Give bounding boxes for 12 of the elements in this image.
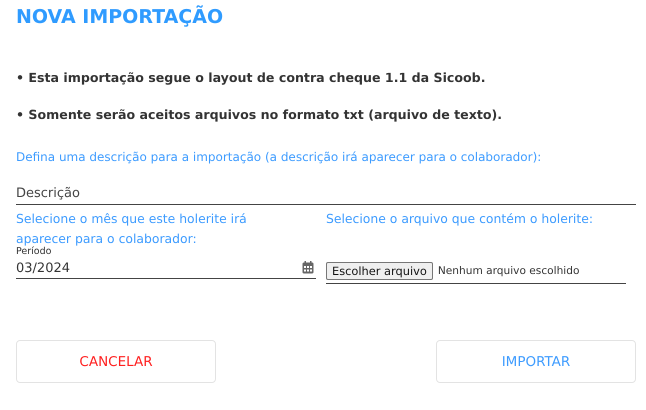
- description-label: Defina uma descrição para a importação (a descrição irá aparecer para o colaborador):: [16, 149, 542, 166]
- file-label: Selecione o arquivo que contém o holerite:: [326, 210, 594, 228]
- file-status: Nenhum arquivo escolhido: [438, 265, 580, 277]
- period-label: Selecione o mês que este holerite irá aparecer para o colaborador:: [16, 210, 248, 246]
- period-field-label: Período: [16, 246, 52, 257]
- info-note: • Somente serão aceitos arquivos no formato txt (arquivo de texto).: [16, 107, 504, 122]
- cancel-button[interactable]: CANCELAR: [16, 340, 216, 383]
- choose-file-button[interactable]: Escolher arquivo: [326, 262, 433, 280]
- page-title: NOVA IMPORTAÇÃO: [16, 6, 224, 30]
- calendar-icon[interactable]: [302, 261, 314, 274]
- description-field[interactable]: Descrição: [16, 184, 636, 205]
- info-note: • Esta importação segue o layout de contra cheque 1.1 da Sicoob.: [16, 70, 486, 85]
